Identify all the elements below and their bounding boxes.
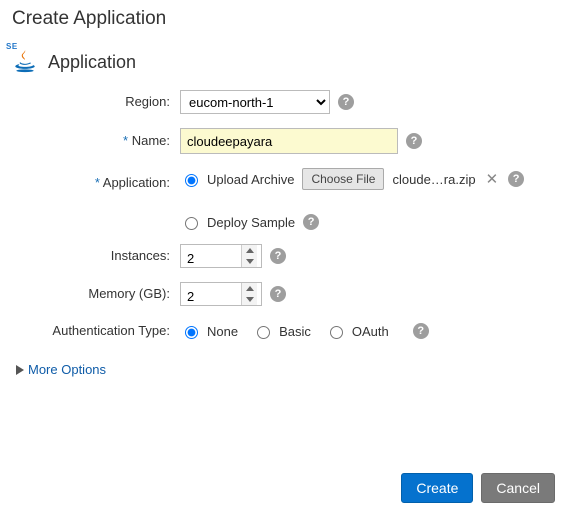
upload-archive-label: Upload Archive — [207, 172, 294, 187]
auth-basic-label: Basic — [279, 324, 311, 339]
auth-basic-radio[interactable] — [257, 326, 270, 339]
help-icon[interactable]: ? — [413, 323, 429, 339]
row-name: * Name: ? — [12, 128, 557, 154]
memory-input[interactable] — [181, 283, 241, 309]
row-region: Region: eucom-north-1 ? — [12, 90, 557, 114]
upload-archive-radio[interactable] — [185, 174, 198, 187]
instances-down-icon[interactable] — [242, 256, 257, 267]
row-instances: Instances: ? — [12, 244, 557, 268]
row-auth: Authentication Type: None Basic OAuth ? — [12, 320, 557, 342]
label-memory: Memory (GB): — [12, 283, 180, 305]
auth-none-radio[interactable] — [185, 326, 198, 339]
chosen-file-name: cloude…ra.zip — [392, 172, 475, 187]
label-region: Region: — [12, 91, 180, 113]
deploy-sample-radio[interactable] — [185, 217, 198, 230]
choose-file-button[interactable]: Choose File — [302, 168, 384, 190]
label-name: * Name: — [12, 130, 180, 152]
java-se-icon: SE — [12, 48, 40, 76]
java-se-badge: SE — [6, 42, 18, 51]
deploy-sample-label: Deploy Sample — [207, 215, 295, 230]
more-options-label: More Options — [28, 362, 106, 377]
section-header: SE Application — [12, 48, 557, 76]
help-icon[interactable]: ? — [270, 286, 286, 302]
label-application: * Application: — [12, 168, 180, 194]
help-icon[interactable]: ? — [270, 248, 286, 264]
help-icon[interactable]: ? — [508, 171, 524, 187]
triangle-right-icon — [16, 365, 24, 375]
instances-up-icon[interactable] — [242, 245, 257, 256]
help-icon[interactable]: ? — [338, 94, 354, 110]
cancel-button[interactable]: Cancel — [481, 473, 555, 503]
instances-stepper[interactable] — [180, 244, 262, 268]
memory-stepper[interactable] — [180, 282, 262, 306]
memory-down-icon[interactable] — [242, 294, 257, 305]
help-icon[interactable]: ? — [303, 214, 319, 230]
auth-none-label: None — [207, 324, 238, 339]
section-title: Application — [48, 52, 136, 73]
help-icon[interactable]: ? — [406, 133, 422, 149]
page-title: Create Application — [12, 8, 557, 30]
memory-up-icon[interactable] — [242, 283, 257, 294]
name-input[interactable] — [180, 128, 398, 154]
region-select[interactable]: eucom-north-1 — [180, 90, 330, 114]
auth-oauth-label: OAuth — [352, 324, 389, 339]
row-application: * Application: Upload Archive Choose Fil… — [12, 168, 557, 230]
label-auth: Authentication Type: — [12, 320, 180, 342]
dialog-footer: Create Cancel — [0, 473, 569, 503]
auth-oauth-radio[interactable] — [330, 326, 343, 339]
remove-file-icon[interactable]: ✕ — [484, 170, 501, 188]
instances-input[interactable] — [181, 245, 241, 271]
row-memory: Memory (GB): ? — [12, 282, 557, 306]
create-button[interactable]: Create — [401, 473, 473, 503]
more-options-toggle[interactable]: More Options — [16, 362, 557, 377]
label-instances: Instances: — [12, 245, 180, 267]
